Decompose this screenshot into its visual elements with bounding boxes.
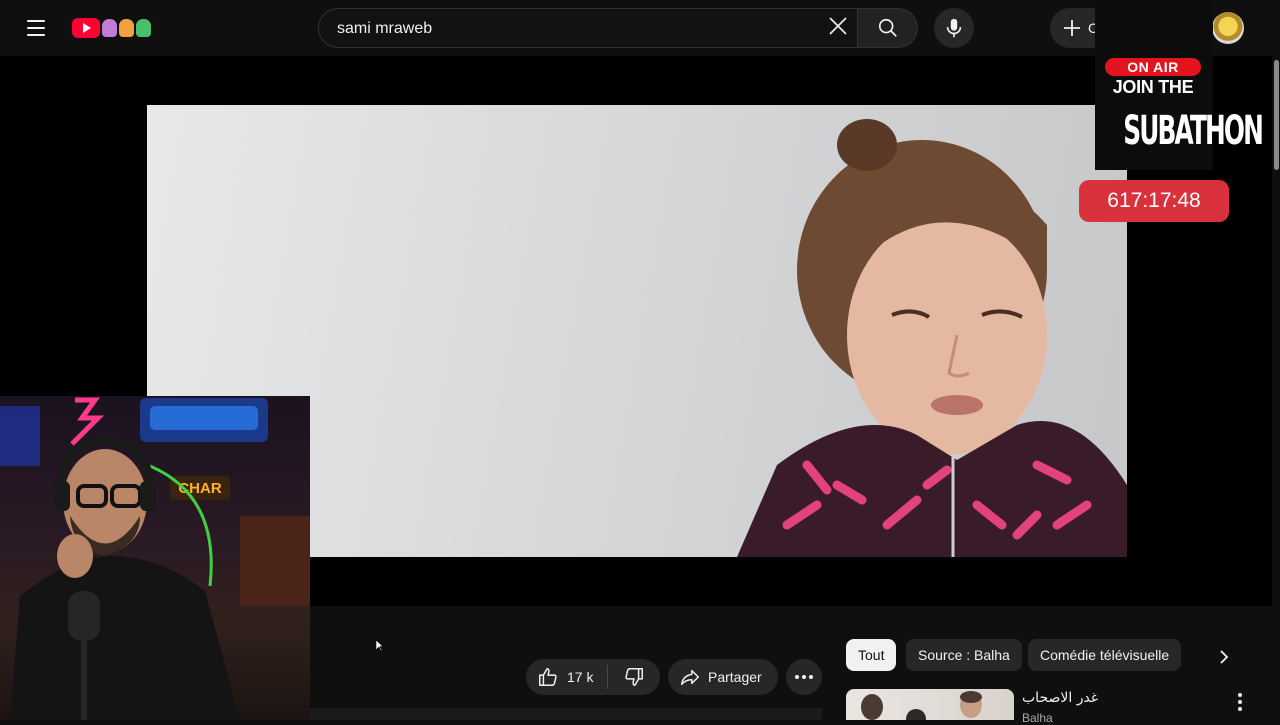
menu-icon[interactable] [20, 12, 52, 44]
share-arrow-icon [681, 669, 699, 686]
clear-search-icon[interactable] [826, 14, 850, 42]
dislike-button[interactable] [608, 659, 660, 695]
subathon-timer: 617:17:48 [1079, 180, 1229, 222]
chips-next-button[interactable] [1210, 643, 1238, 671]
like-button[interactable]: 17 k [526, 659, 607, 695]
recommended-title[interactable]: غدر الاصحاب [1022, 690, 1202, 706]
thumbs-up-icon [539, 668, 557, 686]
mouse-cursor-icon [376, 640, 384, 652]
overlay-join-text: JOIN THE [1112, 77, 1194, 97]
recommended-menu-icon[interactable] [1230, 690, 1250, 714]
doodle-figure-icon [136, 19, 151, 37]
description-box-edge [310, 708, 822, 720]
search-input[interactable] [335, 9, 819, 49]
search-box [318, 8, 858, 49]
more-horizontal-icon [795, 675, 813, 679]
thumbnail-people-illustration [861, 691, 982, 720]
voice-search-button[interactable] [934, 8, 974, 48]
search-icon [878, 18, 897, 37]
masthead: C [0, 0, 1280, 56]
video-person-illustration [737, 119, 1127, 557]
plus-icon [1064, 20, 1080, 36]
share-button[interactable]: Partager [668, 659, 778, 695]
recommended-thumbnail[interactable] [846, 689, 1014, 720]
search-button[interactable] [858, 8, 918, 48]
share-label: Partager [708, 669, 762, 685]
chip-all[interactable]: Tout [846, 639, 897, 671]
doodle-figure-icon [102, 19, 117, 37]
more-actions-button[interactable] [786, 659, 822, 695]
chip-source[interactable]: Source : Balha [906, 639, 1022, 671]
microphone-icon [946, 18, 962, 38]
youtube-logo[interactable] [72, 17, 151, 39]
overlay-event-text: SUBATHON [1123, 98, 1264, 168]
play-logo-icon [72, 18, 100, 38]
chip-category[interactable]: Comédie télévisuelle [1028, 639, 1182, 671]
avatar[interactable] [1212, 12, 1244, 44]
doodle-figure-icon [119, 19, 134, 37]
like-count: 17 k [567, 669, 594, 685]
streamer-webcam: CHAR [0, 396, 310, 720]
chevron-right-icon [1220, 650, 1229, 664]
streamer-illustration: CHAR [0, 397, 310, 720]
scrollbar-thumb[interactable] [1274, 60, 1279, 170]
on-air-badge: ON AIR [1105, 58, 1201, 76]
thumbs-down-icon [625, 668, 643, 686]
recommended-channel[interactable]: Balha [1022, 711, 1053, 725]
like-dislike-group: 17 k [526, 659, 660, 695]
